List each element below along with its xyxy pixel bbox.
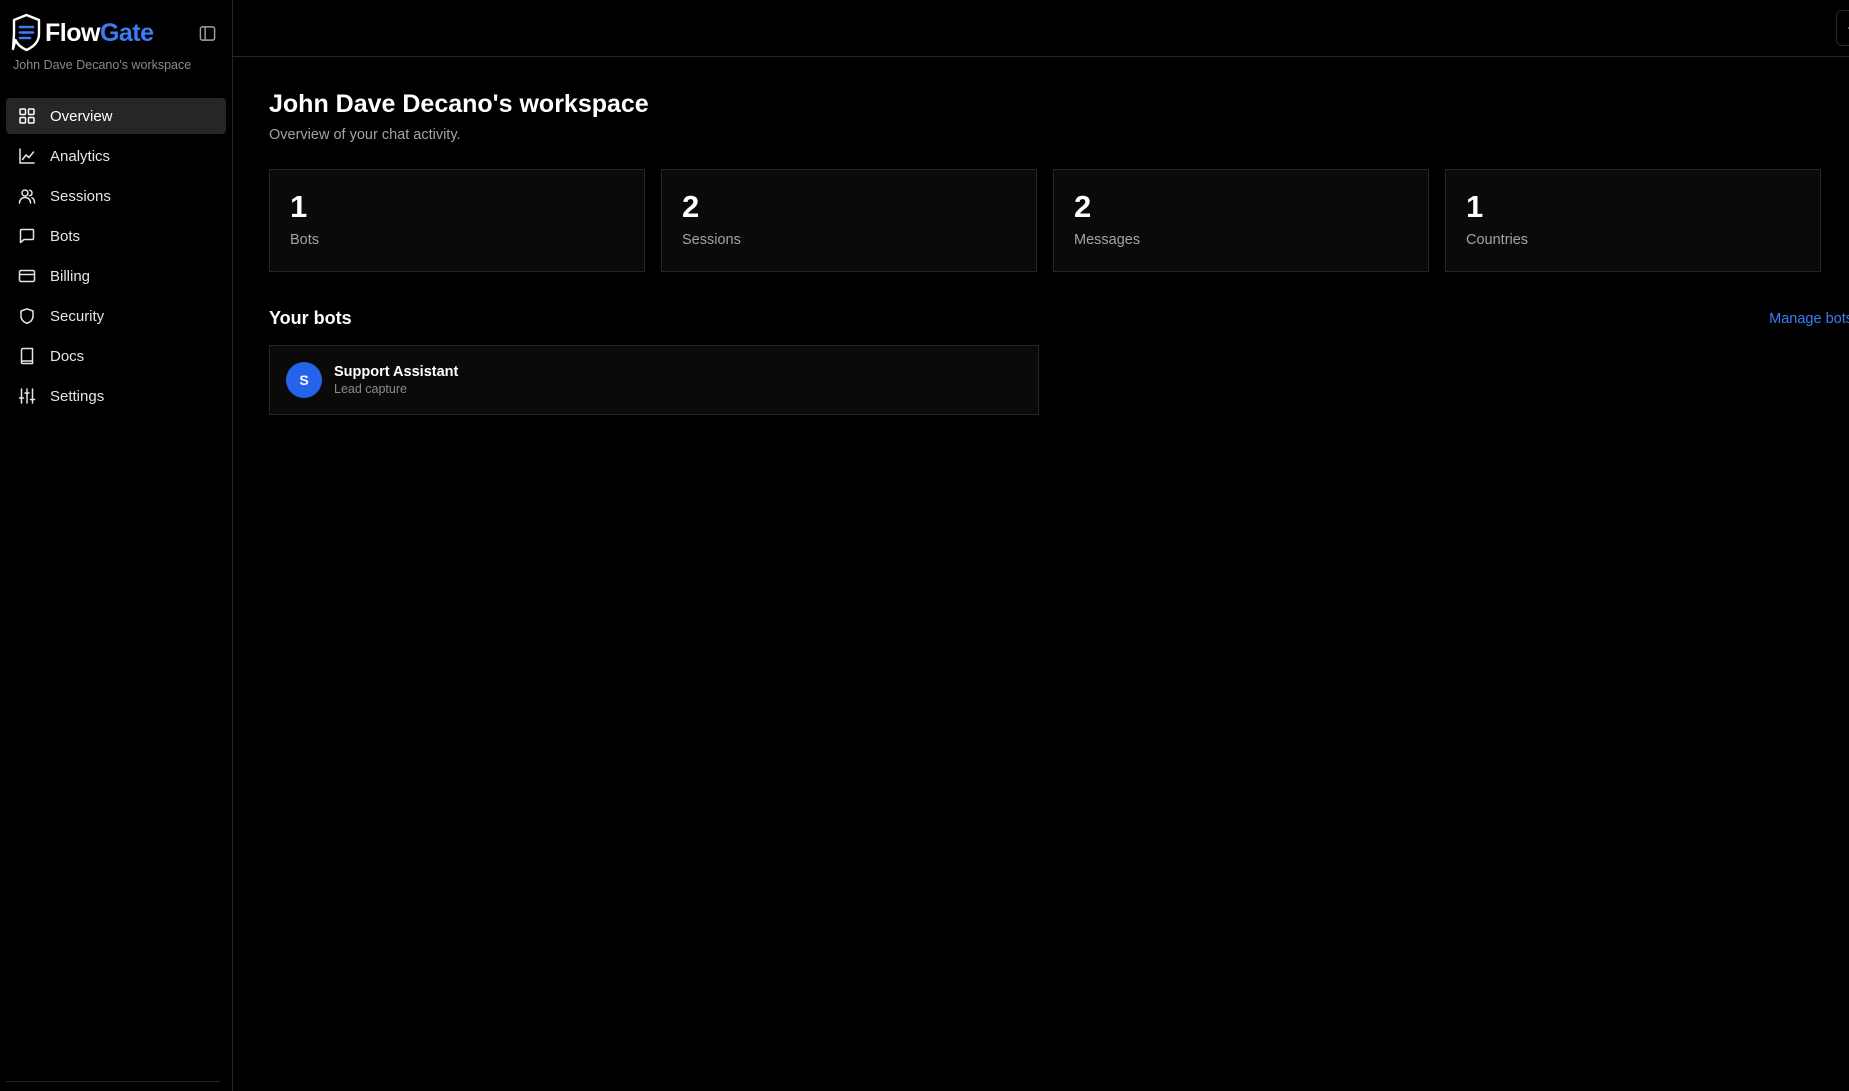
stat-card-bots: 1 Bots bbox=[269, 169, 645, 272]
stat-card-countries: 1 Countries bbox=[1445, 169, 1821, 272]
stats-grid: 1 Bots 2 Sessions 2 Messages 1 Countries bbox=[269, 169, 1849, 272]
sidebar-item-label: Docs bbox=[50, 347, 85, 365]
brand-name: FlowGate bbox=[45, 19, 154, 48]
bot-type: Lead capture bbox=[334, 382, 407, 396]
sidebar-item-label: Settings bbox=[50, 387, 105, 405]
sidebar-item-label: Security bbox=[50, 307, 105, 325]
sidebar-item-bots[interactable]: Bots bbox=[6, 218, 226, 254]
chat-shield-logo-icon bbox=[11, 13, 41, 52]
sidebar-item-overview[interactable]: Overview bbox=[6, 98, 226, 134]
stat-label: Bots bbox=[290, 232, 320, 249]
app-root: FlowGate John Dave Decano's workspace Ov… bbox=[0, 0, 1849, 1091]
brand-name-part1: Flow bbox=[45, 18, 100, 47]
stat-value: 2 bbox=[682, 189, 700, 224]
book-icon bbox=[20, 347, 34, 365]
stat-label: Countries bbox=[1466, 232, 1529, 249]
line-chart-icon bbox=[19, 148, 35, 164]
bot-name: Support Assistant bbox=[334, 364, 459, 380]
bots-section-header: Your bots Manage bots bbox=[269, 308, 1849, 329]
sidebar-item-label: Overview bbox=[50, 107, 113, 125]
sidebar-nav: Overview Analytics Sessions Bots Billing… bbox=[0, 84, 232, 414]
bot-info: Support Assistant Lead capture bbox=[334, 364, 458, 396]
page-subtitle: Overview of your chat activity. bbox=[269, 127, 461, 143]
manage-bots-link[interactable]: Manage bots bbox=[1769, 311, 1849, 327]
stat-value: 1 bbox=[1466, 189, 1484, 224]
stat-label: Messages bbox=[1074, 232, 1141, 249]
sidebar-footer-divider bbox=[6, 1081, 220, 1082]
stat-card-sessions: 2 Sessions bbox=[661, 169, 1037, 272]
workspace-name: John Dave Decano's workspace bbox=[13, 58, 192, 72]
sidebar-item-settings[interactable]: Settings bbox=[6, 378, 226, 414]
sidebar: FlowGate John Dave Decano's workspace Ov… bbox=[0, 0, 233, 1091]
brand-row: FlowGate bbox=[0, 0, 232, 54]
credit-card-icon bbox=[18, 269, 36, 283]
sidebar-item-analytics[interactable]: Analytics bbox=[6, 138, 226, 174]
sidebar-item-docs[interactable]: Docs bbox=[6, 338, 226, 374]
stat-label: Sessions bbox=[682, 232, 741, 249]
stat-value: 1 bbox=[290, 189, 308, 224]
overview-content: John Dave Decano's workspace Overview of… bbox=[233, 57, 1849, 415]
sliders-icon bbox=[18, 388, 36, 404]
topbar bbox=[233, 0, 1849, 57]
section-title: Your bots bbox=[269, 308, 352, 328]
users-icon bbox=[18, 189, 36, 204]
theme-toggle-button[interactable] bbox=[1836, 10, 1849, 46]
brand-name-part2: Gate bbox=[99, 18, 154, 47]
sidebar-item-sessions[interactable]: Sessions bbox=[6, 178, 226, 214]
sidebar-toggle-icon bbox=[199, 25, 215, 41]
shield-icon bbox=[20, 308, 34, 325]
sidebar-item-label: Sessions bbox=[50, 187, 111, 205]
sidebar-item-billing[interactable]: Billing bbox=[6, 258, 226, 294]
sidebar-item-label: Billing bbox=[50, 267, 91, 285]
page-title: John Dave Decano's workspace bbox=[269, 90, 649, 118]
stat-value: 2 bbox=[1074, 189, 1092, 224]
sidebar-item-label: Bots bbox=[50, 227, 81, 245]
sidebar-item-security[interactable]: Security bbox=[6, 298, 226, 334]
bot-card[interactable]: S Support Assistant Lead capture bbox=[269, 345, 1039, 415]
message-square-icon bbox=[19, 228, 35, 244]
main-area: John Dave Decano's workspace Overview of… bbox=[233, 0, 1849, 1091]
sidebar-item-label: Analytics bbox=[50, 147, 111, 165]
sidebar-toggle-button[interactable] bbox=[196, 22, 218, 44]
stat-card-messages: 2 Messages bbox=[1053, 169, 1429, 272]
brand[interactable]: FlowGate bbox=[10, 13, 154, 53]
grid-icon bbox=[19, 108, 35, 124]
avatar: S bbox=[286, 362, 322, 398]
